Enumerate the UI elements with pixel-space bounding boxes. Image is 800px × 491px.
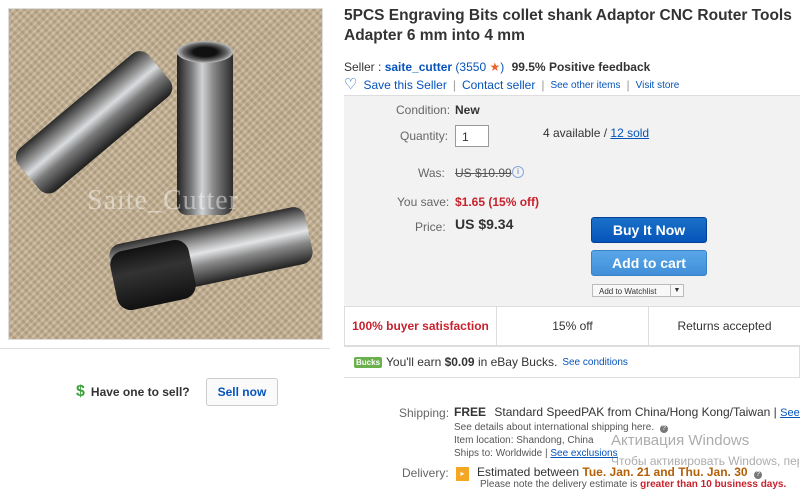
price-value: US $9.34 [455, 216, 514, 232]
see-conditions-link[interactable]: See conditions [562, 357, 628, 368]
buyer-satisfaction: 100% buyer satisfaction [344, 307, 496, 345]
seller-label: Seller : [344, 60, 382, 74]
was-price: US $10.99 [455, 166, 512, 180]
quantity-input[interactable]: 1 [455, 125, 489, 147]
condition-label: Condition: [396, 103, 451, 117]
discount-badge: 15% off [496, 307, 648, 345]
estimate-prefix: Estimated between [477, 465, 583, 479]
you-save-value: $1.65 (15% off) [455, 195, 540, 209]
image-watermark: Saite_Cutter [87, 185, 239, 216]
seller-actions: ♡ Save this Seller | Contact seller | Se… [344, 77, 680, 92]
item-title: 5PCS Engraving Bits collet shank Adaptor… [344, 7, 792, 44]
contact-seller-link[interactable]: Contact seller [462, 78, 535, 92]
feedback-score-link[interactable]: 3550 [459, 60, 486, 74]
product-image[interactable]: Saite_Cutter [8, 8, 323, 340]
collet-top-opening [177, 41, 233, 63]
delivery-note-text: Please note the delivery estimate is [480, 479, 641, 490]
was-label: Was: [418, 166, 445, 180]
see-other-items-link[interactable]: See other items [550, 80, 620, 91]
shipping-service: Standard SpeedPAK from China/Hong Kong/T… [494, 405, 777, 419]
shipping-label: Shipping: [399, 406, 450, 420]
chevron-down-icon[interactable]: ▼ [670, 285, 683, 296]
info-icon[interactable]: i [512, 166, 524, 178]
add-to-watchlist-label: Add to Watchlist [599, 287, 657, 296]
divider: | [626, 78, 630, 92]
dollar-icon: $ [76, 383, 85, 400]
you-save-label: You save: [397, 195, 450, 209]
bucks-suffix: in eBay Bucks. [474, 355, 558, 369]
free-shipping: FREE [454, 405, 487, 419]
returns-accepted: Returns accepted [648, 307, 800, 345]
bucks-amount: $0.09 [444, 355, 475, 369]
flag-icon: ▸ [456, 467, 469, 481]
sell-now-button[interactable]: Sell now [205, 378, 279, 406]
windows-activation-title: Активация Windows [611, 432, 750, 449]
quantity-label: Quantity: [400, 129, 449, 143]
star-icon: ★ [489, 60, 501, 74]
positive-feedback: 99.5% Positive feedback [511, 60, 651, 74]
divider: | [541, 78, 545, 92]
ebay-bucks-row: Bucks You'll earn $0.09 in eBay Bucks. S… [344, 346, 800, 378]
available-count: 4 available / [543, 126, 608, 140]
seller-name-link[interactable]: saite_cutter [385, 60, 452, 74]
condition-value: New [455, 103, 480, 117]
divider: | [452, 78, 456, 92]
heart-icon[interactable]: ♡ [344, 77, 357, 92]
item-location: Item location: Shandong, China [454, 435, 594, 446]
delivery-note: Please note the delivery estimate is gre… [480, 479, 786, 490]
seller-info: Seller : saite_cutter (3550 ★) 99.5% Pos… [344, 60, 650, 74]
see-shipping-details-link[interactable]: See details [780, 407, 800, 419]
shipping-method: FREE Standard SpeedPAK from China/Hong K… [454, 405, 800, 419]
feedback-count-close: ) [500, 60, 505, 74]
sell-prompt-text: Have one to sell? [90, 385, 190, 399]
see-exclusions-link[interactable]: See exclusions [550, 448, 617, 459]
sold-count-link[interactable]: 12 sold [610, 126, 649, 140]
price-label: Price: [415, 220, 446, 234]
add-to-watchlist-button[interactable]: Add to Watchlist ▼ [592, 284, 684, 297]
bucks-prefix: You'll earn [386, 355, 445, 369]
buy-it-now-button[interactable]: Buy It Now [591, 217, 707, 243]
info-icon[interactable]: ? [753, 471, 762, 479]
visit-store-link[interactable]: Visit store [636, 80, 680, 91]
item-highlights: 100% buyer satisfaction 15% off Returns … [344, 306, 800, 346]
windows-activation-subtitle: Чтобы активировать Windows, перейдите в … [611, 454, 799, 468]
save-seller-link[interactable]: Save this Seller [363, 78, 446, 92]
sell-prompt: $ Have one to sell? Sell now [76, 378, 279, 406]
ships-to-text: Ships to: Worldwide | [454, 448, 548, 459]
delivery-note-bold: greater than 10 business days. [640, 479, 787, 490]
delivery-label: Delivery: [402, 466, 449, 480]
ships-to: Ships to: Worldwide | See exclusions [454, 448, 618, 459]
add-to-cart-button[interactable]: Add to cart [591, 250, 707, 276]
bucks-logo-icon: Bucks [354, 356, 383, 368]
image-divider [0, 348, 330, 349]
